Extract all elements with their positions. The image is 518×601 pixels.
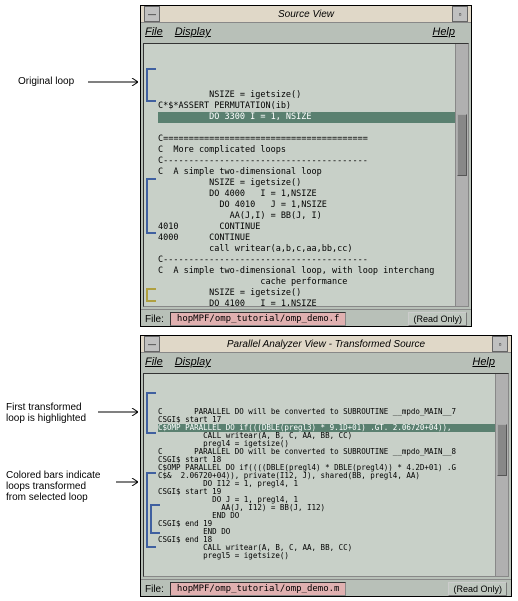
code-line: C A simple two-dimensional loop, with lo… (158, 266, 434, 276)
readonly-badge: (Read Only) (448, 582, 507, 596)
code-line: pregl5 = igetsize() (158, 551, 289, 560)
code-line: NSIZE = igetsize() (158, 288, 301, 298)
statusbar: File: hopMPF/omp_tutorial/omp_demo.m (Re… (141, 579, 511, 598)
scrollbar[interactable] (495, 374, 508, 576)
code-line: DO 4100 I = 1,NSIZE (158, 299, 317, 307)
loop-bracket (146, 288, 156, 302)
titlebar[interactable]: — Source View ▫ (141, 6, 471, 23)
code-line: DO 4000 I = 1,NSIZE (158, 189, 317, 199)
loop-bracket (146, 68, 156, 102)
code-line: C---------------------------------------… (158, 156, 368, 166)
maximize-icon[interactable]: ▫ (452, 6, 468, 22)
scroll-thumb[interactable] (497, 424, 507, 476)
menubar: File Display Help (141, 353, 511, 371)
code-line: DO 4010 J = 1,NSIZE (158, 200, 327, 210)
menu-help[interactable]: Help (472, 356, 495, 368)
sysmenu-icon[interactable]: — (144, 336, 160, 352)
code-line: C=======================================… (158, 134, 368, 144)
annotation-colored: Colored bars indicate loops transformed … (6, 470, 101, 503)
file-path: hopMPF/omp_tutorial/omp_demo.m (170, 582, 347, 596)
scrollbar[interactable] (455, 44, 468, 306)
source-view-window: — Source View ▫ File Display Help NSIZE … (140, 5, 472, 327)
code-line: call writear(a,b,c,aa,bb,cc) (158, 244, 352, 254)
maximize-icon[interactable]: ▫ (492, 336, 508, 352)
menu-help[interactable]: Help (432, 26, 455, 38)
menu-file[interactable]: File (145, 26, 163, 38)
file-path: hopMPF/omp_tutorial/omp_demo.f (170, 312, 347, 326)
menu-file[interactable]: File (145, 356, 163, 368)
titlebar[interactable]: — Parallel Analyzer View - Transformed S… (141, 336, 511, 353)
code-line: NSIZE = igetsize() (158, 178, 301, 188)
code-line: C*$*ASSERT PERMUTATION(ib) (158, 101, 291, 111)
code-line: cache performance (158, 277, 347, 287)
transformed-code-area[interactable]: C PARALLEL DO will be converted to SUBRO… (143, 373, 509, 577)
code-line: AA(J,I) = BB(J, I) (158, 211, 322, 221)
file-label: File: (145, 314, 164, 325)
menubar: File Display Help (141, 23, 471, 41)
loop-bracket (146, 392, 156, 434)
code-line: 4000 CONTINUE (158, 233, 250, 243)
code-line: C---------------------------------------… (158, 255, 368, 265)
code-line: C A simple two-dimensional loop (158, 167, 322, 177)
code-line-highlight: DO 3300 I = 1, NSIZE (158, 112, 466, 123)
sysmenu-icon[interactable]: — (144, 6, 160, 22)
annotation-first: First transformed loop is highlighted (6, 402, 86, 424)
loop-bracket-inner (150, 504, 160, 534)
menu-display[interactable]: Display (175, 356, 211, 368)
code-line: C More complicated loops (158, 145, 286, 155)
menu-display[interactable]: Display (175, 26, 211, 38)
statusbar: File: hopMPF/omp_tutorial/omp_demo.f (Re… (141, 309, 471, 328)
window-title: Source View (163, 9, 449, 20)
readonly-badge: (Read Only) (408, 312, 467, 326)
file-label: File: (145, 584, 164, 595)
loop-bracket (146, 178, 156, 234)
scroll-thumb[interactable] (457, 114, 467, 176)
code-line: NSIZE = igetsize() (158, 90, 301, 100)
parallel-analyzer-window: — Parallel Analyzer View - Transformed S… (140, 335, 512, 597)
annotation-original: Original loop (18, 76, 74, 87)
window-title: Parallel Analyzer View - Transformed Sou… (163, 339, 489, 350)
source-code-area[interactable]: NSIZE = igetsize() C*$*ASSERT PERMUTATIO… (143, 43, 469, 307)
code-line: 4010 CONTINUE (158, 222, 260, 232)
